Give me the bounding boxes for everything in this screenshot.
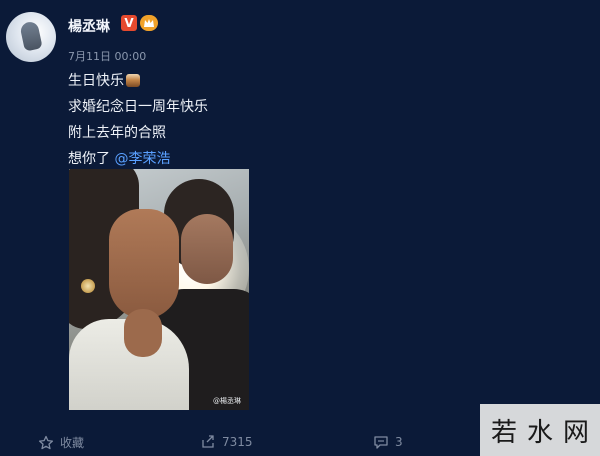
crown-badge-icon[interactable] [140,15,158,31]
post-line-1-text: 生日快乐 [68,73,124,89]
crown-icon [144,19,154,27]
comment-icon [374,436,388,449]
post-line-4-text: 想你了 [68,151,110,167]
verified-badge-icon[interactable]: V [121,15,137,31]
post-line-2: 求婚纪念日一周年快乐 [68,99,208,115]
repost-button[interactable]: 7315 [200,434,253,450]
photo-watermark: @楊丞琳 [213,397,241,405]
site-watermark-char-1: 若 [490,417,517,448]
username[interactable]: 楊丞琳 [68,16,110,36]
site-watermark: 若 水 网 [480,404,600,456]
post-line-3: 附上去年的合照 [68,125,166,141]
favorite-button[interactable]: 收藏 [38,434,84,451]
post-photo[interactable]: @楊丞琳 [69,169,249,410]
user-avatar[interactable] [6,12,56,62]
repost-count: 7315 [222,435,253,449]
comment-button[interactable]: 3 [373,434,403,450]
photo-earring [81,279,95,293]
site-watermark-char-2: 水 [526,417,553,448]
star-icon [38,435,54,449]
favorite-label: 收藏 [60,436,85,450]
repost-icon [202,435,214,448]
mention-link[interactable]: @李荣浩 [114,151,170,167]
photo-face-right [181,214,233,284]
user-badges: V [121,15,158,31]
post-content: 生日快乐 求婚纪念日一周年快乐 附上去年的合照 想你了 @李荣浩 [68,68,488,172]
cake-emoji-icon [126,74,140,87]
comment-count: 3 [395,435,403,449]
post-timestamp[interactable]: 7月11日 00:00 [68,48,146,64]
site-watermark-char-3: 网 [563,417,590,448]
post-line-1: 生日快乐 [68,68,488,94]
avatar-figure [19,20,43,52]
photo-hand [124,309,162,357]
photo-face-left [109,209,179,319]
